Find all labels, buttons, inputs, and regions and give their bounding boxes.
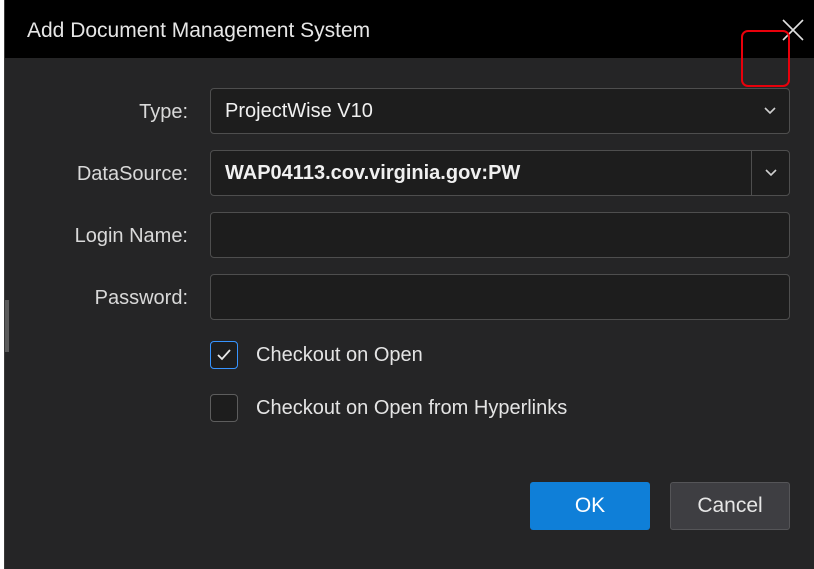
datasource-label: DataSource: [76, 163, 188, 185]
password-input[interactable] [210, 274, 790, 320]
type-select[interactable]: ProjectWise V10 [210, 88, 790, 134]
login-name-input[interactable] [210, 212, 790, 258]
checkout-hyperlinks-checkbox[interactable] [210, 394, 238, 422]
checkmark-icon [217, 349, 231, 361]
title-bar: Add Document Management System [5, 0, 814, 58]
chevron-down-icon [751, 89, 789, 133]
checkout-on-open-label: Checkout on Open [256, 343, 423, 366]
datasource-combobox[interactable]: WAP04113.cov.virginia.gov:PW [210, 150, 790, 196]
window-edge-strip [5, 300, 9, 352]
login-name-label: Login Name: [74, 225, 188, 247]
close-button[interactable] [779, 16, 807, 44]
type-select-value: ProjectWise V10 [225, 100, 373, 122]
datasource-combobox-value: WAP04113.cov.virginia.gov:PW [225, 162, 521, 184]
checkout-hyperlinks-option[interactable]: Checkout on Open from Hyperlinks [210, 393, 567, 423]
checkout-on-open-option[interactable]: Checkout on Open [210, 340, 423, 370]
ok-button[interactable]: OK [530, 482, 650, 530]
type-label: Type: [139, 101, 188, 123]
datasource-dropdown-button[interactable] [751, 151, 789, 195]
chevron-down-icon [764, 169, 777, 177]
checkout-hyperlinks-label: Checkout on Open from Hyperlinks [256, 396, 568, 419]
password-label: Password: [94, 287, 188, 309]
checkout-on-open-checkbox[interactable] [210, 341, 238, 369]
add-dms-dialog: Add Document Management System Type: Pro… [4, 0, 814, 569]
cancel-button[interactable]: Cancel [670, 482, 790, 530]
close-icon [782, 19, 804, 41]
dialog-title: Add Document Management System [27, 19, 371, 42]
